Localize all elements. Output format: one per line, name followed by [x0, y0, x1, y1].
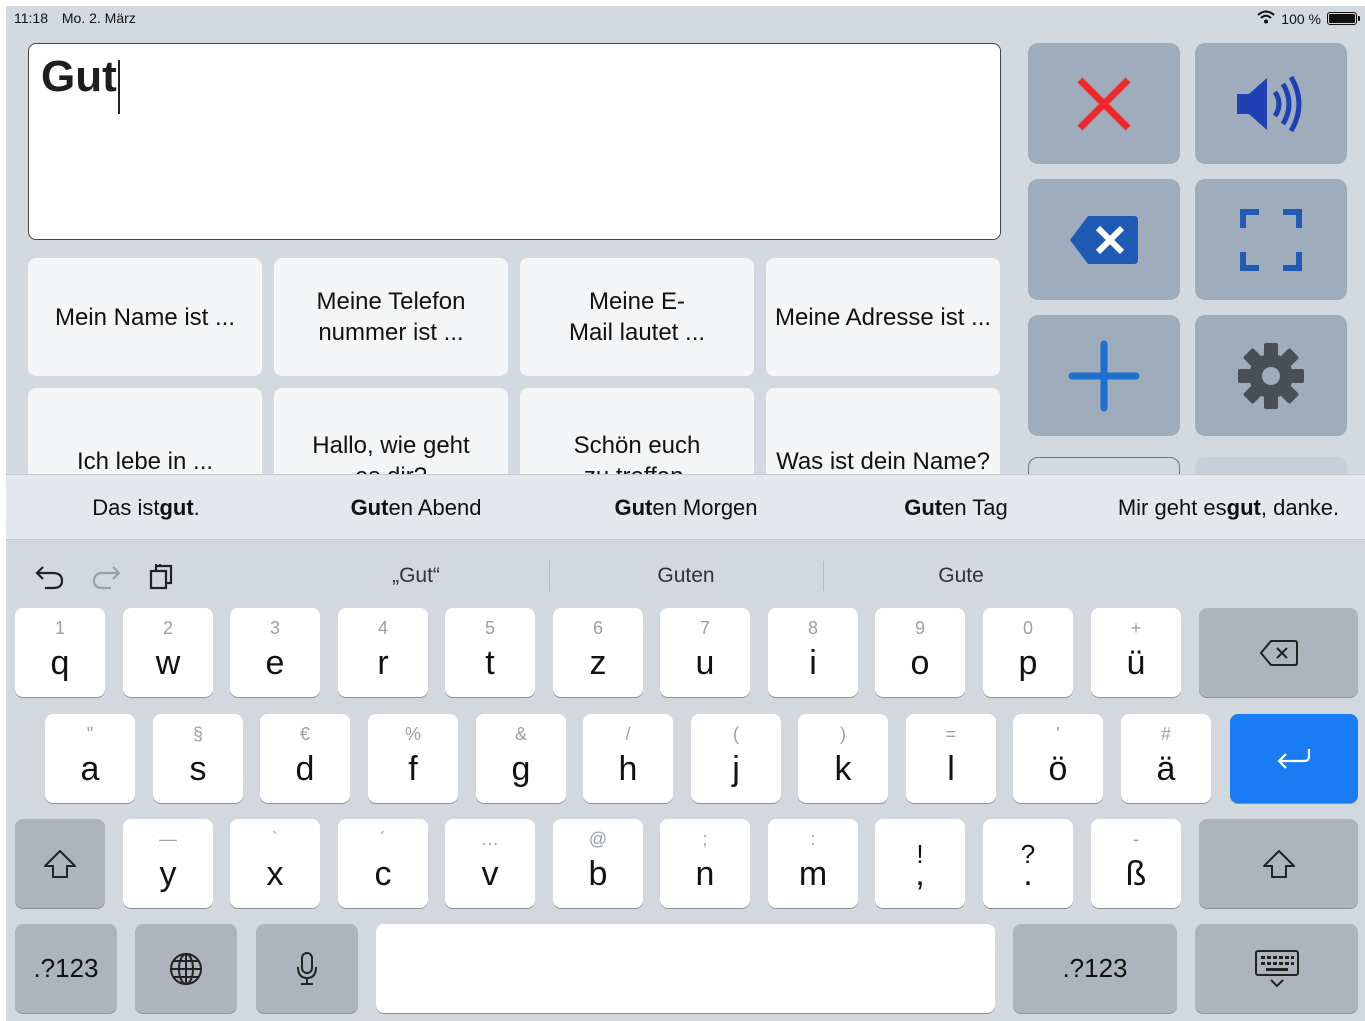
status-bar-right: 100 %	[1257, 10, 1360, 27]
numbers-key-right[interactable]: .?123	[1013, 924, 1177, 1013]
fullscreen-button[interactable]	[1195, 179, 1347, 300]
key-n[interactable]: ; n	[660, 819, 750, 908]
word-suggestion[interactable]: Gute	[826, 547, 1096, 605]
delete-key[interactable]	[1199, 608, 1358, 697]
key-g[interactable]: & g	[476, 714, 566, 803]
plus-icon	[1068, 340, 1140, 411]
redo-icon[interactable]	[90, 561, 122, 593]
phrase-button[interactable]: Meine E- Mail lautet ...	[520, 258, 754, 376]
keyboard: Das ist gut. Gut en Abend Gut en Morgen Gu…	[6, 474, 1365, 1021]
key-q[interactable]: 1q	[15, 608, 105, 697]
key-s[interactable]: § s	[153, 714, 243, 803]
clear-text-button[interactable]	[1028, 43, 1180, 164]
sentence-prediction-bar: Das ist gut. Gut en Abend Gut en Morgen Gu…	[6, 474, 1365, 540]
undo-icon[interactable]	[34, 561, 66, 593]
key-ae[interactable]: # ä	[1121, 714, 1211, 803]
fullscreen-icon	[1240, 208, 1302, 271]
app-screen: 11:18 Mo. 2. März 100 % Gut Mein Name is…	[6, 6, 1365, 1021]
phrase-button[interactable]: Meine Adresse ist ...	[766, 258, 1000, 376]
phrase-button[interactable]: Mein Name ist ...	[28, 258, 262, 376]
key-r[interactable]: 4r	[338, 608, 428, 697]
key-x[interactable]: ` x	[230, 819, 320, 908]
sentence-prediction[interactable]: Mir geht es gut, danke.	[1096, 475, 1361, 541]
backspace-icon	[1070, 215, 1138, 264]
suggestion-divider	[823, 561, 824, 591]
return-icon	[1277, 748, 1311, 769]
key-w[interactable]: 2w	[123, 608, 213, 697]
globe-icon	[170, 952, 202, 985]
sentence-prediction[interactable]: Gut en Abend	[306, 475, 526, 541]
paste-icon[interactable]	[146, 561, 178, 593]
message-textbox[interactable]: Gut	[28, 43, 1001, 240]
sentence-prediction[interactable]: Gut en Morgen	[571, 475, 801, 541]
shift-key-right[interactable]	[1199, 819, 1358, 908]
key-j[interactable]: (j	[691, 714, 781, 803]
microphone-icon	[297, 951, 317, 985]
key-z[interactable]: 6z	[553, 608, 643, 697]
key-i[interactable]: 8i	[768, 608, 858, 697]
gear-icon	[1238, 342, 1304, 409]
shift-icon	[1262, 849, 1295, 878]
key-m[interactable]: :m	[768, 819, 858, 908]
close-icon	[1077, 77, 1131, 130]
suggestion-divider	[549, 561, 550, 591]
key-v[interactable]: … v	[445, 819, 535, 908]
key-o[interactable]: 9o	[875, 608, 965, 697]
key-k[interactable]: ) k	[798, 714, 888, 803]
sentence-prediction[interactable]: Das ist gut.	[26, 475, 266, 541]
word-suggestion[interactable]: „Gut“	[281, 547, 551, 605]
key-l[interactable]: = l	[906, 714, 996, 803]
key-t[interactable]: 5t	[445, 608, 535, 697]
quicktype-bar: „Gut“ Guten Gute	[6, 547, 1365, 605]
key-u[interactable]: 7u	[660, 608, 750, 697]
speaker-icon	[1237, 75, 1302, 132]
status-bar-left: 11:18 Mo. 2. März	[14, 10, 146, 26]
key-f[interactable]: % f	[368, 714, 458, 803]
shift-icon	[44, 849, 76, 878]
key-h[interactable]: / h	[583, 714, 673, 803]
key-ue[interactable]: + ü	[1091, 608, 1181, 697]
key-b[interactable]: @ b	[553, 819, 643, 908]
add-phrase-button[interactable]	[1028, 315, 1180, 436]
sentence-prediction[interactable]: Gut en Tag	[856, 475, 1056, 541]
key-p[interactable]: 0p	[983, 608, 1073, 697]
text-caret	[117, 59, 120, 114]
key-oe[interactable]: ' ö	[1013, 714, 1103, 803]
key-y[interactable]: — y	[123, 819, 213, 908]
key-c[interactable]: ´ c	[338, 819, 428, 908]
key-a[interactable]: " a	[45, 714, 135, 803]
return-key[interactable]	[1230, 714, 1358, 803]
word-suggestion[interactable]: Guten	[551, 547, 821, 605]
key-eszett[interactable]: -ß	[1091, 819, 1181, 908]
space-key[interactable]	[376, 924, 995, 1013]
hide-keyboard-key[interactable]	[1195, 924, 1358, 1013]
backspace-icon	[1259, 639, 1298, 666]
status-date: Mo. 2. März	[61, 10, 136, 26]
settings-button[interactable]	[1195, 315, 1347, 436]
key-period[interactable]: ?.	[983, 819, 1073, 908]
speak-button[interactable]	[1195, 43, 1347, 164]
phrase-button[interactable]: Meine Telefon nummer ist ...	[274, 258, 508, 376]
dictation-key[interactable]	[256, 924, 358, 1013]
battery-icon	[1327, 12, 1360, 25]
key-e[interactable]: 3e	[230, 608, 320, 697]
key-d[interactable]: € d	[260, 714, 350, 803]
battery-percent: 100 %	[1281, 10, 1321, 27]
shift-key-left[interactable]	[15, 819, 105, 908]
key-comma[interactable]: !,	[875, 819, 965, 908]
numbers-key-left[interactable]: .?123	[15, 924, 117, 1013]
globe-key[interactable]	[135, 924, 237, 1013]
message-text: Gut	[41, 52, 117, 101]
keyboard-hide-icon	[1254, 949, 1299, 987]
wifi-icon	[1257, 10, 1275, 27]
status-time: 11:18	[14, 10, 48, 26]
delete-word-button[interactable]	[1028, 179, 1180, 300]
